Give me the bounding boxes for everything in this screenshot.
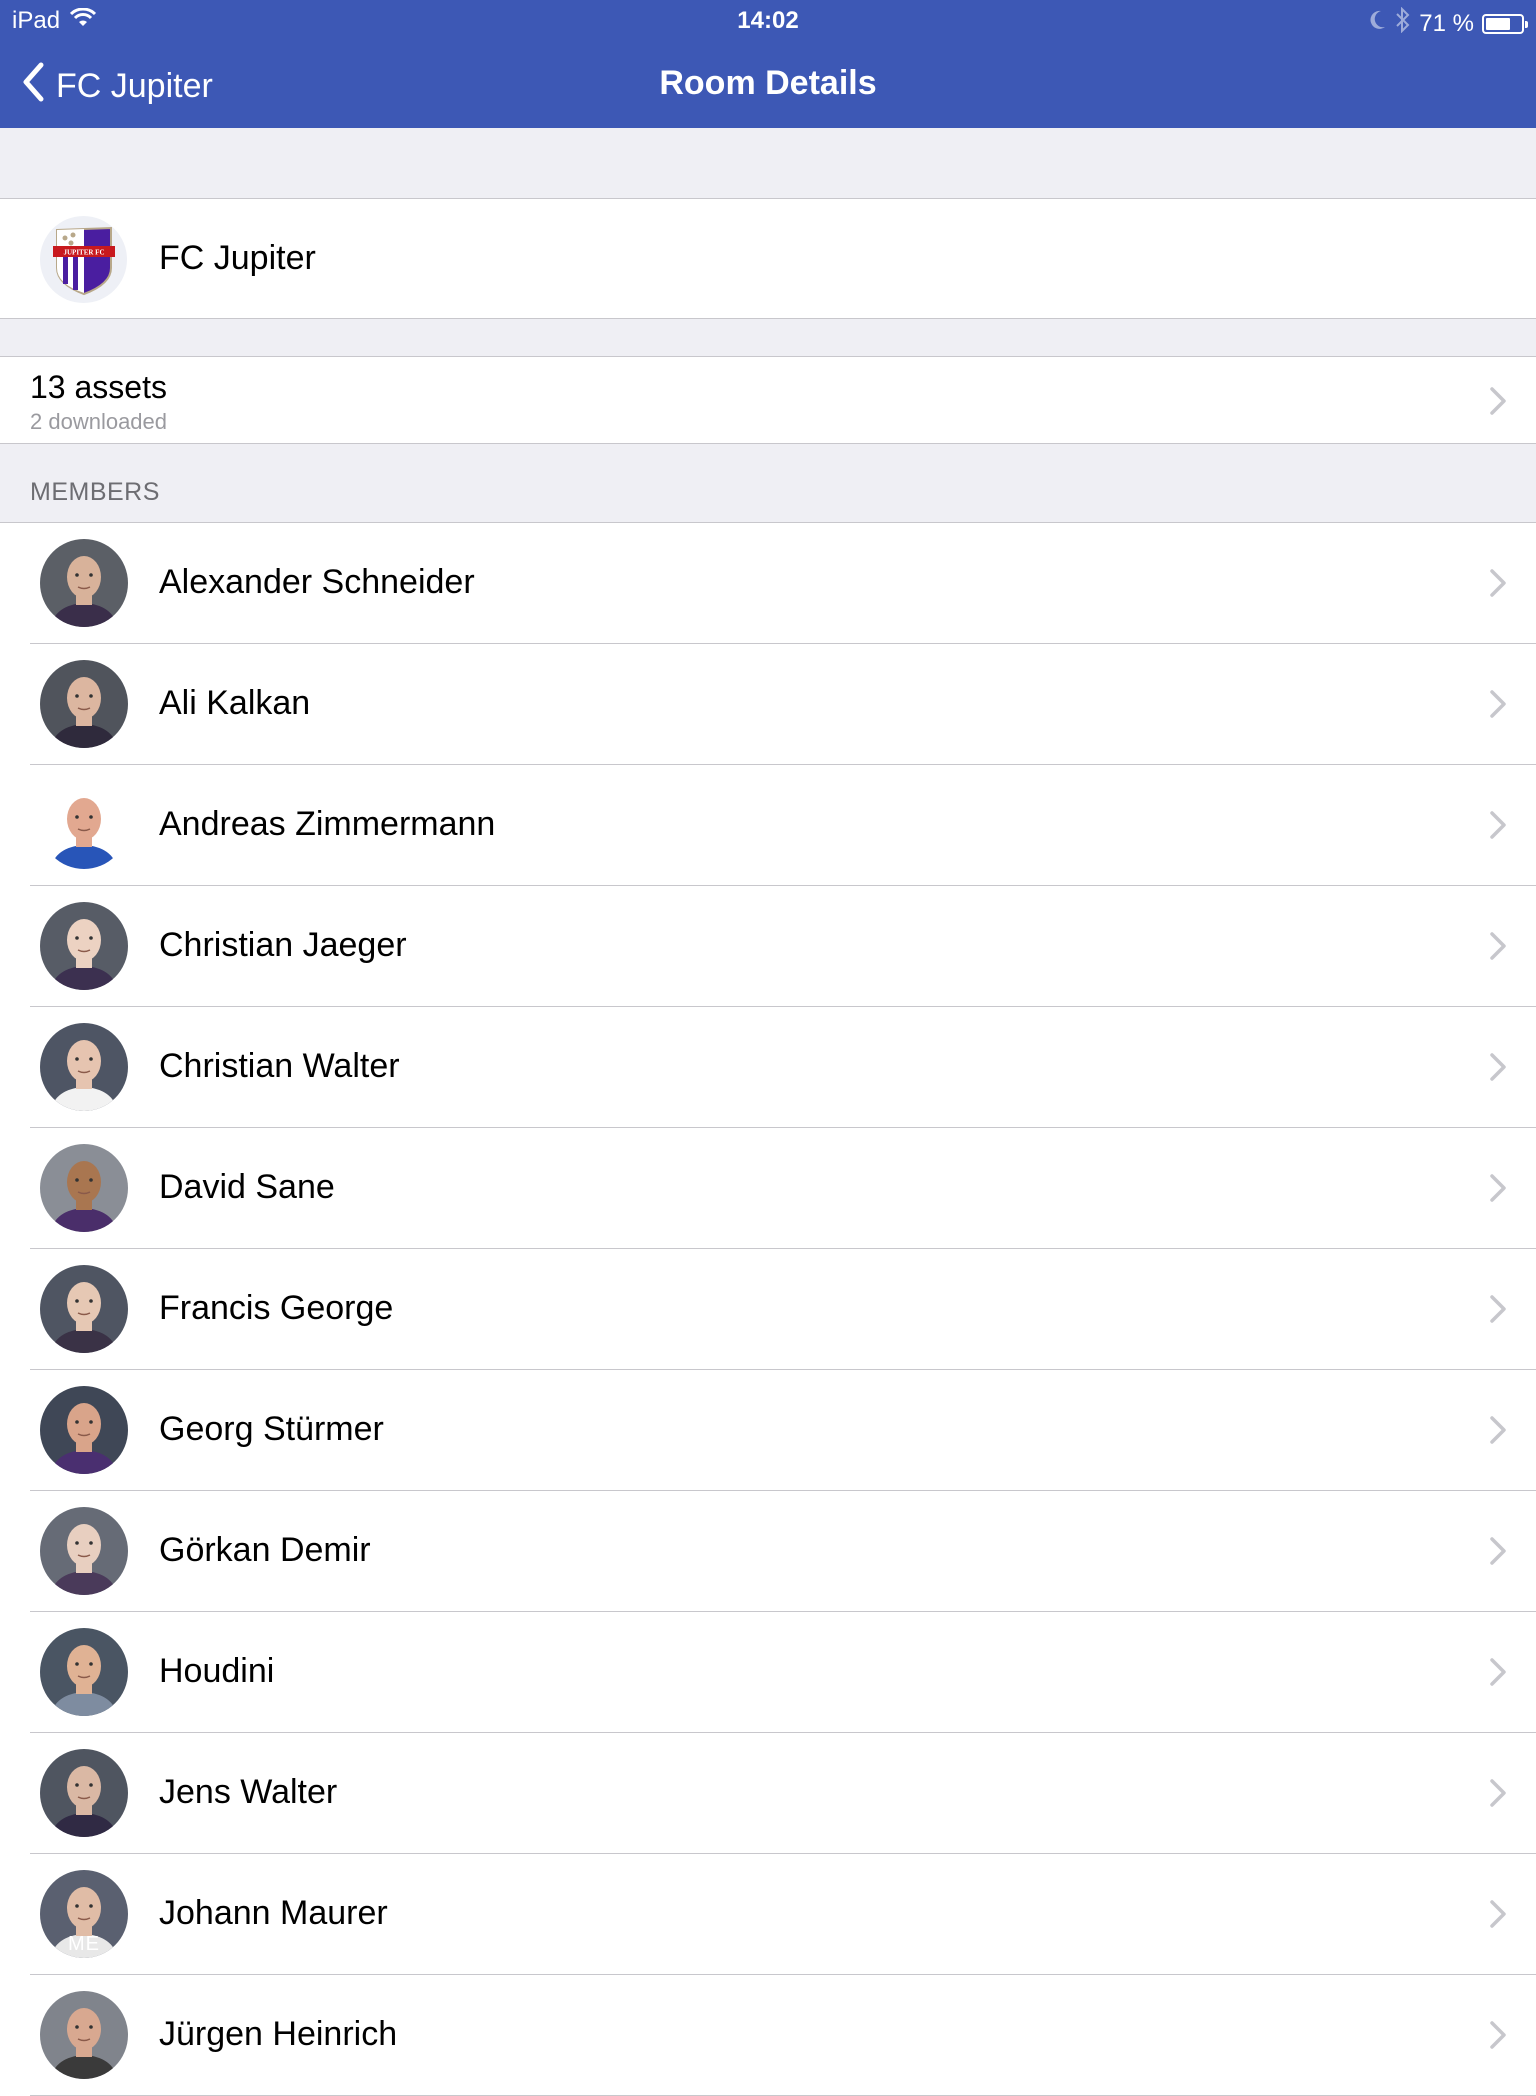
member-row[interactable]: ME Johann Maurer <box>0 1854 1536 1975</box>
chevron-right-icon <box>1488 2020 1508 2050</box>
me-badge: ME <box>68 1933 100 1955</box>
member-row[interactable]: Alexander Schneider <box>0 523 1536 644</box>
avatar <box>40 1144 128 1232</box>
member-name: Andreas Zimmermann <box>159 805 496 843</box>
member-name: Johann Maurer <box>159 1894 388 1932</box>
avatar <box>40 1023 128 1111</box>
avatar <box>40 781 128 869</box>
member-row[interactable]: Ali Kalkan <box>0 644 1536 765</box>
bluetooth-icon <box>1395 6 1411 40</box>
status-bar: iPad 14:02 71 % <box>0 0 1536 40</box>
avatar <box>40 1628 128 1716</box>
member-name: David Sane <box>159 1168 335 1206</box>
club-logo: JUPITER FC <box>40 216 127 303</box>
chevron-right-icon <box>1488 1657 1508 1687</box>
member-name: Francis George <box>159 1289 394 1327</box>
chevron-right-icon <box>1488 931 1508 961</box>
avatar <box>40 902 128 990</box>
chevron-right-icon <box>1488 1899 1508 1929</box>
club-logo-text: JUPITER FC <box>63 248 104 256</box>
member-row[interactable]: Görkan Demir <box>0 1491 1536 1612</box>
status-time: 14:02 <box>737 7 799 34</box>
member-name: Ali Kalkan <box>159 684 311 722</box>
battery-percent: 71 % <box>1419 9 1474 37</box>
chevron-right-icon <box>1488 1052 1508 1082</box>
top-bar: iPad 14:02 71 % FC Jupiter Room Details <box>0 0 1536 128</box>
member-name: Georg Stürmer <box>159 1410 384 1448</box>
member-row[interactable]: Jürgen Heinrich <box>0 1975 1536 2096</box>
members-section-header: MEMBERS <box>30 478 160 506</box>
club-crest-icon: JUPITER FC <box>52 226 115 295</box>
chevron-right-icon <box>1488 1536 1508 1566</box>
member-row[interactable]: Jens Walter <box>0 1733 1536 1854</box>
member-row[interactable]: Georg Stürmer <box>0 1370 1536 1491</box>
assets-downloaded: 2 downloaded <box>30 409 168 434</box>
avatar <box>40 1991 128 2079</box>
chevron-right-icon <box>1488 1294 1508 1324</box>
member-row[interactable]: Houdini <box>0 1612 1536 1733</box>
member-name: Jens Walter <box>159 1773 338 1811</box>
avatar <box>40 1749 128 1837</box>
chevron-right-icon <box>1488 1173 1508 1203</box>
chevron-right-icon <box>1488 386 1508 416</box>
avatar <box>40 1507 128 1595</box>
member-name: Houdini <box>159 1652 275 1690</box>
club-row: JUPITER FC FC Jupiter <box>0 198 1536 319</box>
chevron-right-icon <box>1488 1778 1508 1808</box>
member-name: Christian Jaeger <box>159 926 407 964</box>
avatar <box>40 539 128 627</box>
member-row[interactable]: Christian Walter <box>0 1007 1536 1128</box>
page-title: Room Details <box>659 64 877 102</box>
chevron-right-icon <box>1488 689 1508 719</box>
member-row[interactable]: David Sane <box>0 1128 1536 1249</box>
member-name: Jürgen Heinrich <box>159 2015 398 2053</box>
member-name: Alexander Schneider <box>159 563 475 601</box>
assets-row[interactable]: 13 assets 2 downloaded <box>0 356 1536 444</box>
navigation-bar: FC Jupiter Room Details <box>0 40 1536 128</box>
member-row[interactable]: Francis George <box>0 1249 1536 1370</box>
member-row[interactable]: Andreas Zimmermann <box>0 765 1536 886</box>
moon-icon <box>1369 9 1387 38</box>
avatar <box>40 1386 128 1474</box>
avatar <box>40 1265 128 1353</box>
battery-level <box>1486 17 1511 30</box>
chevron-right-icon <box>1488 810 1508 840</box>
chevron-right-icon <box>1488 1415 1508 1445</box>
avatar <box>40 660 128 748</box>
chevron-right-icon <box>1488 568 1508 598</box>
club-name: FC Jupiter <box>159 239 316 277</box>
battery-icon <box>1482 13 1528 34</box>
avatar: ME <box>40 1870 128 1958</box>
assets-count: 13 assets <box>30 369 167 405</box>
members-list: Alexander Schneider Ali Kalkan Andreas Z… <box>0 522 1536 2096</box>
member-name: Görkan Demir <box>159 1531 371 1569</box>
member-name: Christian Walter <box>159 1047 400 1085</box>
member-row[interactable]: Christian Jaeger <box>0 886 1536 1007</box>
